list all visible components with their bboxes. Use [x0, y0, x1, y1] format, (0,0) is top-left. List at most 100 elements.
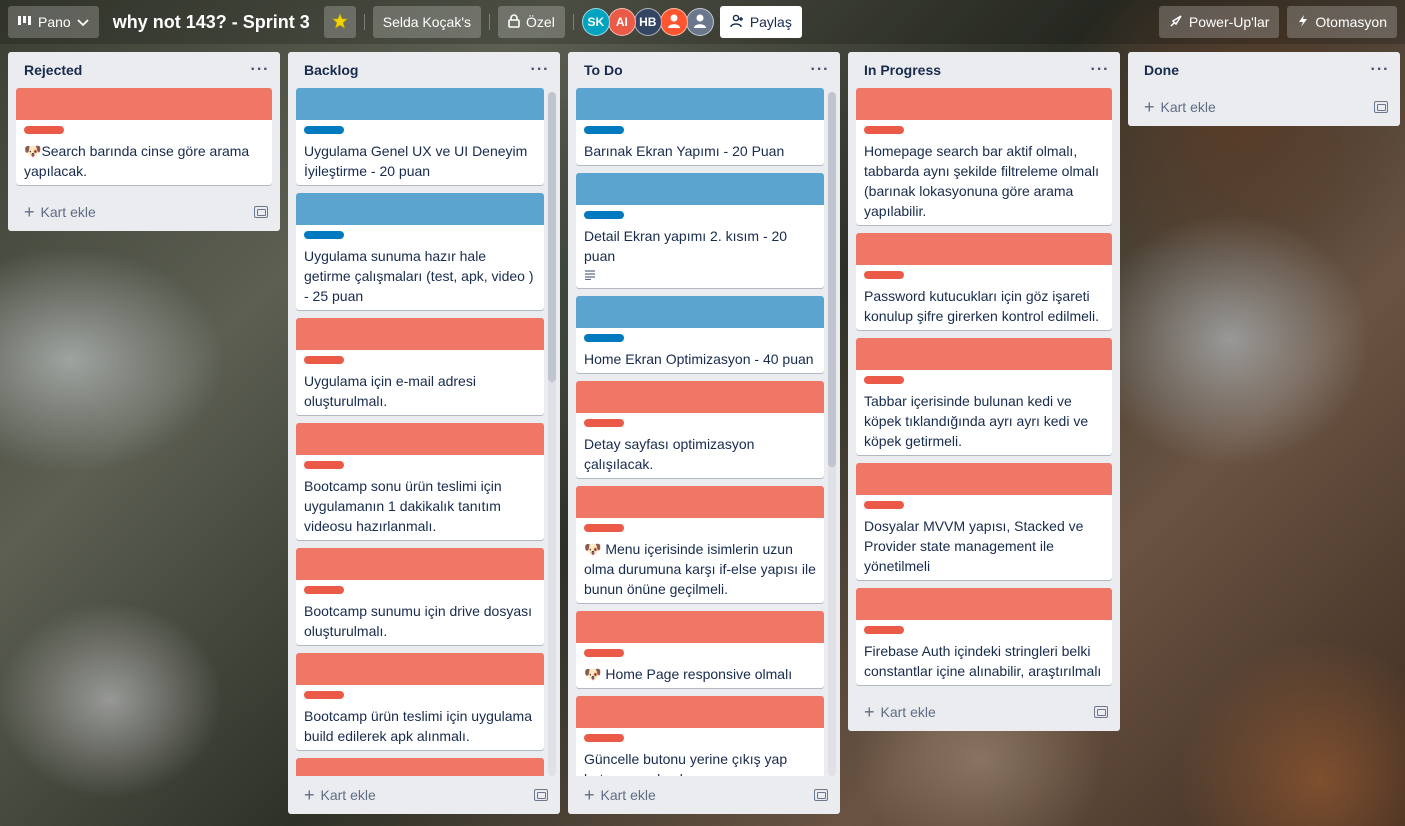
list-header[interactable]: Done ···	[1128, 52, 1400, 88]
share-button[interactable]: Paylaş	[719, 6, 802, 38]
card[interactable]: Bootcamp ürün teslimi için uygulama buil…	[296, 653, 544, 750]
more-horizontal-icon[interactable]: ···	[528, 61, 552, 79]
star-button[interactable]	[323, 6, 356, 38]
card-label[interactable]	[584, 419, 624, 427]
card-body: Bootcamp sonu ürün teslimi için uygulama…	[296, 455, 544, 540]
card[interactable]: Bootcamp sonu ürün teslimi için uygulama…	[296, 423, 544, 540]
list-title[interactable]: Backlog	[304, 62, 358, 78]
card[interactable]: Barınak Ekran Yapımı - 20 Puan	[576, 88, 824, 165]
member-avatar[interactable]: SK	[581, 8, 610, 36]
card-body: 🐶 Home Page responsive olmalı	[576, 643, 824, 688]
card[interactable]: Tabbar içerisinde bulunan kedi ve köpek …	[856, 338, 1112, 455]
add-card-button[interactable]: + Kart ekle	[864, 702, 936, 722]
card-label[interactable]	[864, 376, 904, 384]
add-card-label: Kart ekle	[880, 704, 936, 720]
card[interactable]: 🐶Search barında cinse göre arama yapılac…	[16, 88, 272, 185]
board-title[interactable]: why not 143? - Sprint 3	[107, 12, 316, 33]
card[interactable]: Bootcamp sunumu için drive dosyası oluşt…	[296, 548, 544, 645]
member-avatar[interactable]	[685, 8, 714, 36]
list-scrollbar-thumb[interactable]	[828, 92, 836, 467]
card[interactable]: Password kutucukları için göz işareti ko…	[856, 233, 1112, 330]
list-scrollbar-thumb[interactable]	[548, 92, 556, 382]
card[interactable]: Home Ekran Optimizasyon - 40 puan	[576, 296, 824, 373]
list-header[interactable]: Backlog ···	[288, 52, 560, 88]
card-title: Detail Ekran yapımı 2. kısım - 20 puan	[584, 226, 816, 266]
rocket-icon	[1169, 14, 1183, 31]
card[interactable]: Uygulama sunuma hazır hale getirme çalış…	[296, 193, 544, 310]
card-title-text: Search barında cinse göre arama yapılaca…	[24, 143, 250, 179]
card-body: Uygulama için e-mail adresi oluşturulmal…	[296, 350, 544, 415]
card-body: Password kutucukları için göz işareti ko…	[856, 265, 1112, 330]
visibility-button[interactable]: Özel	[498, 6, 565, 38]
card-label[interactable]	[584, 211, 624, 219]
card-label[interactable]	[864, 501, 904, 509]
card[interactable]: Uygulama için e-mail adresi oluşturulmal…	[296, 318, 544, 415]
list-title[interactable]: Rejected	[24, 62, 82, 78]
add-card-button[interactable]: + Kart ekle	[304, 786, 376, 804]
card-title-text: Menu içerisinde isimlerin uzun olma duru…	[584, 541, 816, 597]
card-label[interactable]	[304, 126, 344, 134]
card-label[interactable]	[304, 586, 344, 594]
list-title[interactable]: Done	[1144, 62, 1179, 78]
card-label[interactable]	[304, 461, 344, 469]
card-template-icon[interactable]	[254, 206, 268, 218]
list-scrollbar[interactable]	[548, 92, 556, 776]
card-template-icon[interactable]	[1374, 101, 1388, 113]
more-horizontal-icon[interactable]: ···	[248, 61, 272, 79]
card-template-icon[interactable]	[534, 789, 548, 801]
member-avatar[interactable]	[659, 8, 688, 36]
automation-button[interactable]: Otomasyon	[1287, 6, 1397, 38]
card-label[interactable]	[864, 626, 904, 634]
card-label[interactable]	[864, 271, 904, 279]
more-horizontal-icon[interactable]: ···	[1368, 61, 1392, 79]
card[interactable]: Dosyalar MVVM yapısı, Stacked ve Provide…	[856, 463, 1112, 580]
list-header[interactable]: Rejected ···	[8, 52, 280, 88]
card[interactable]: Firebase Auth içindeki stringleri belki …	[856, 588, 1112, 685]
member-avatar[interactable]: HB	[633, 8, 662, 36]
card[interactable]: Uygulama Genel UX ve UI Deneyim İyileşti…	[296, 88, 544, 185]
card[interactable]: Homepage search bar aktif olmalı, tabbar…	[856, 88, 1112, 225]
workspace-button[interactable]: Selda Koçak's	[372, 6, 482, 38]
list-header[interactable]: To Do ···	[568, 52, 840, 88]
card[interactable]: Detail Ekran yapımı 2. kısım - 20 puan	[576, 173, 824, 288]
card-label[interactable]	[584, 524, 624, 532]
more-horizontal-icon[interactable]: ···	[808, 61, 832, 79]
list-title[interactable]: In Progress	[864, 62, 941, 78]
add-card-button[interactable]: + Kart ekle	[1144, 98, 1216, 116]
plus-icon: +	[864, 702, 875, 722]
card-label[interactable]	[584, 334, 624, 342]
card-label[interactable]	[584, 734, 624, 742]
power-ups-button[interactable]: Power-Up'lar	[1158, 6, 1280, 38]
card[interactable]	[296, 758, 544, 776]
add-card-button[interactable]: + Kart ekle	[24, 203, 96, 221]
add-card-button[interactable]: + Kart ekle	[584, 786, 656, 804]
list-header[interactable]: In Progress ···	[848, 52, 1120, 88]
chevron-down-icon	[77, 14, 89, 30]
card-label[interactable]	[304, 231, 344, 239]
avatar-initials: HB	[639, 15, 657, 29]
card[interactable]: Güncelle butonu yerine çıkış yap butonu …	[576, 696, 824, 776]
card[interactable]: 🐶 Menu içerisinde isimlerin uzun olma du…	[576, 486, 824, 603]
card[interactable]: 🐶 Home Page responsive olmalı	[576, 611, 824, 688]
list-rejected: Rejected ··· 🐶Search barında cinse göre ar…	[8, 52, 280, 231]
card-template-icon[interactable]	[814, 789, 828, 801]
card-label[interactable]	[584, 649, 624, 657]
card-template-icon[interactable]	[1094, 706, 1108, 718]
list-footer: + Kart ekle	[848, 693, 1120, 731]
list-scrollbar[interactable]	[828, 92, 836, 776]
card-cover	[576, 381, 824, 413]
member-avatar[interactable]: AI	[607, 8, 636, 36]
card-title: Uygulama sunuma hazır hale getirme çalış…	[304, 246, 536, 306]
board-view-switcher[interactable]: Pano	[8, 6, 99, 38]
card-label[interactable]	[864, 126, 904, 134]
card-label[interactable]	[24, 126, 64, 134]
card-label[interactable]	[304, 356, 344, 364]
card-label[interactable]	[304, 691, 344, 699]
list-title[interactable]: To Do	[584, 62, 623, 78]
card[interactable]: Detay sayfası optimizasyon çalışılacak.	[576, 381, 824, 478]
card-body: Bootcamp sunumu için drive dosyası oluşt…	[296, 580, 544, 645]
card-body: Güncelle butonu yerine çıkış yap butonu …	[576, 728, 824, 776]
card-label[interactable]	[584, 126, 624, 134]
card-body: Barınak Ekran Yapımı - 20 Puan	[576, 120, 824, 165]
more-horizontal-icon[interactable]: ···	[1088, 61, 1112, 79]
